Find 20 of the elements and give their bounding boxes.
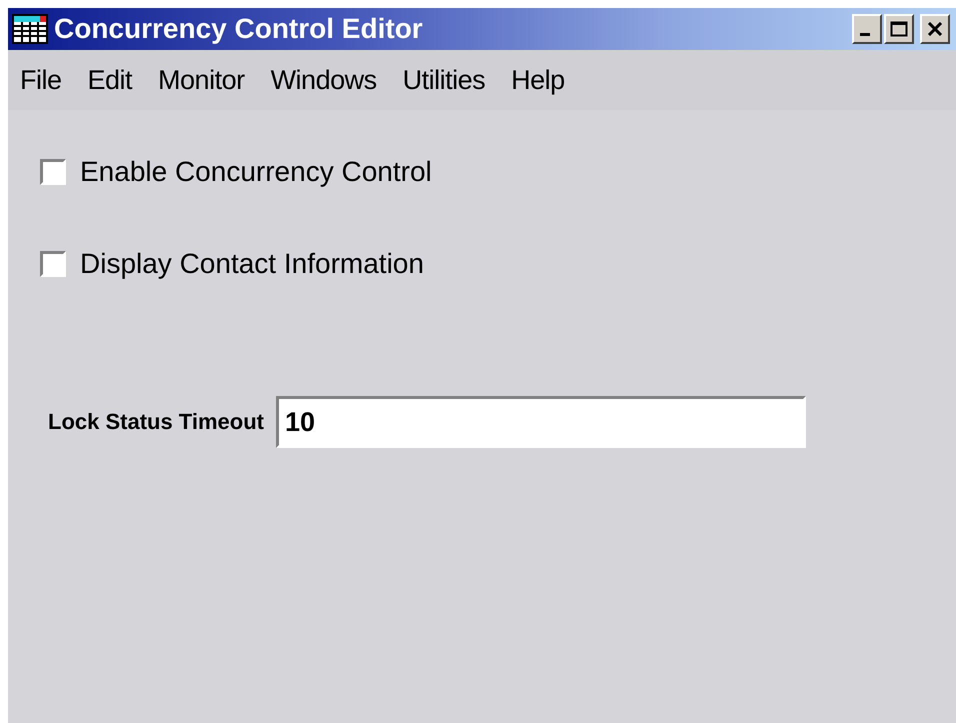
menu-item[interactable]: Monitor xyxy=(150,64,263,96)
menu-item[interactable]: Help xyxy=(503,64,583,96)
menu-item[interactable]: Utilities xyxy=(394,64,504,96)
checkbox[interactable] xyxy=(40,251,66,277)
close-button[interactable] xyxy=(920,14,950,44)
checkbox[interactable] xyxy=(40,159,66,185)
timeout-field[interactable]: 10 xyxy=(276,396,806,448)
field-label: Lock Status Timeout xyxy=(48,409,264,435)
table-icon xyxy=(12,14,48,44)
checkbox-label: Enable Concurrency Control xyxy=(80,156,432,188)
close-icon xyxy=(927,22,943,36)
menu-item[interactable]: Edit xyxy=(80,64,150,96)
minimize-icon xyxy=(860,32,870,36)
minimize-button[interactable] xyxy=(852,14,882,44)
maximize-button[interactable] xyxy=(884,14,914,44)
menu-item[interactable]: File xyxy=(12,64,80,96)
menu-item[interactable]: Windows xyxy=(262,64,395,96)
checkbox-label: Display Contact Information xyxy=(80,248,424,280)
window-title: Concurrency Control Editor xyxy=(54,13,424,45)
maximize-icon xyxy=(890,21,908,37)
